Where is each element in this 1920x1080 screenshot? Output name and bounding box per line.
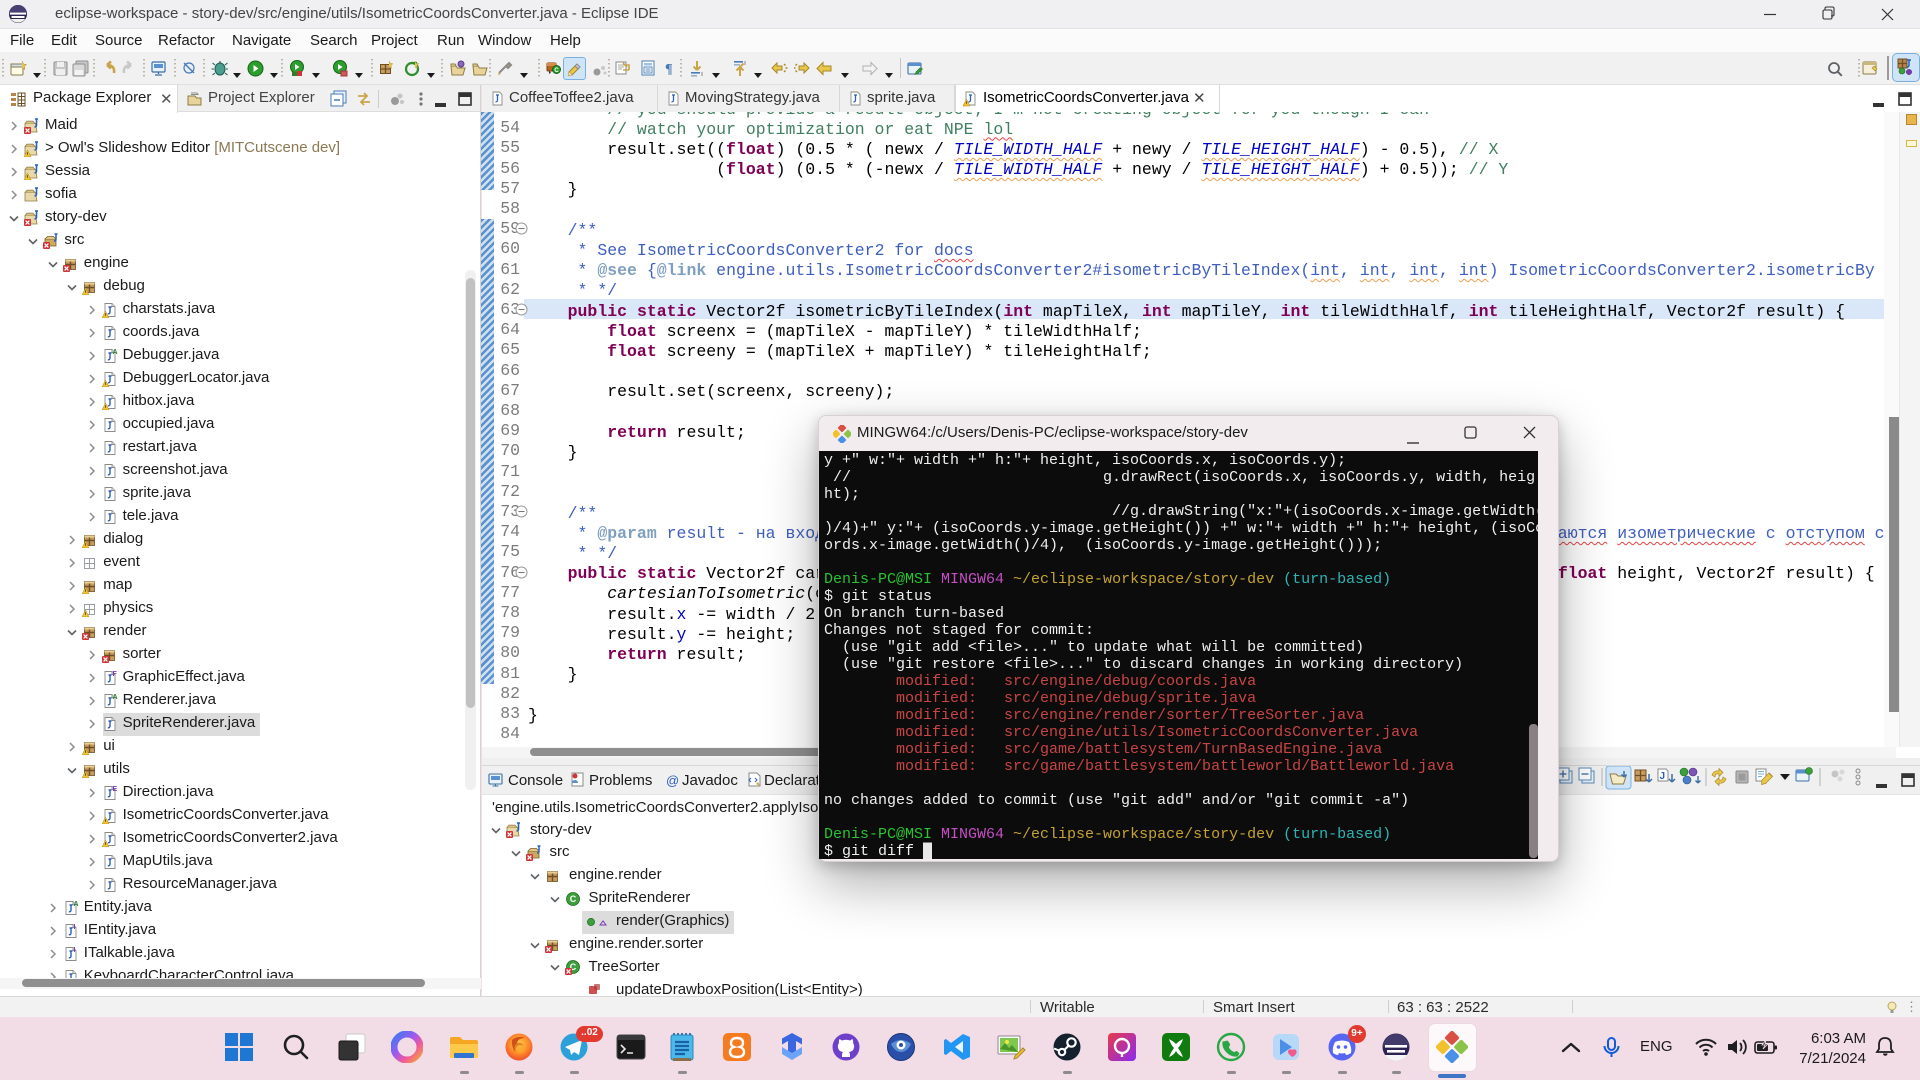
svg-text:A: A <box>73 901 78 908</box>
svg-text:@: @ <box>666 773 679 788</box>
svg-text:I: I <box>73 924 75 931</box>
svg-text:C: C <box>569 894 576 904</box>
svg-text:A: A <box>112 349 117 356</box>
svg-text:A: A <box>112 694 117 701</box>
svg-text:¶: ¶ <box>665 62 673 77</box>
svg-text:J: J <box>1660 771 1666 782</box>
svg-text:I: I <box>73 947 75 954</box>
svg-text:C: C <box>554 68 559 74</box>
svg-text:F: F <box>112 671 117 678</box>
svg-text:E: E <box>112 786 117 793</box>
